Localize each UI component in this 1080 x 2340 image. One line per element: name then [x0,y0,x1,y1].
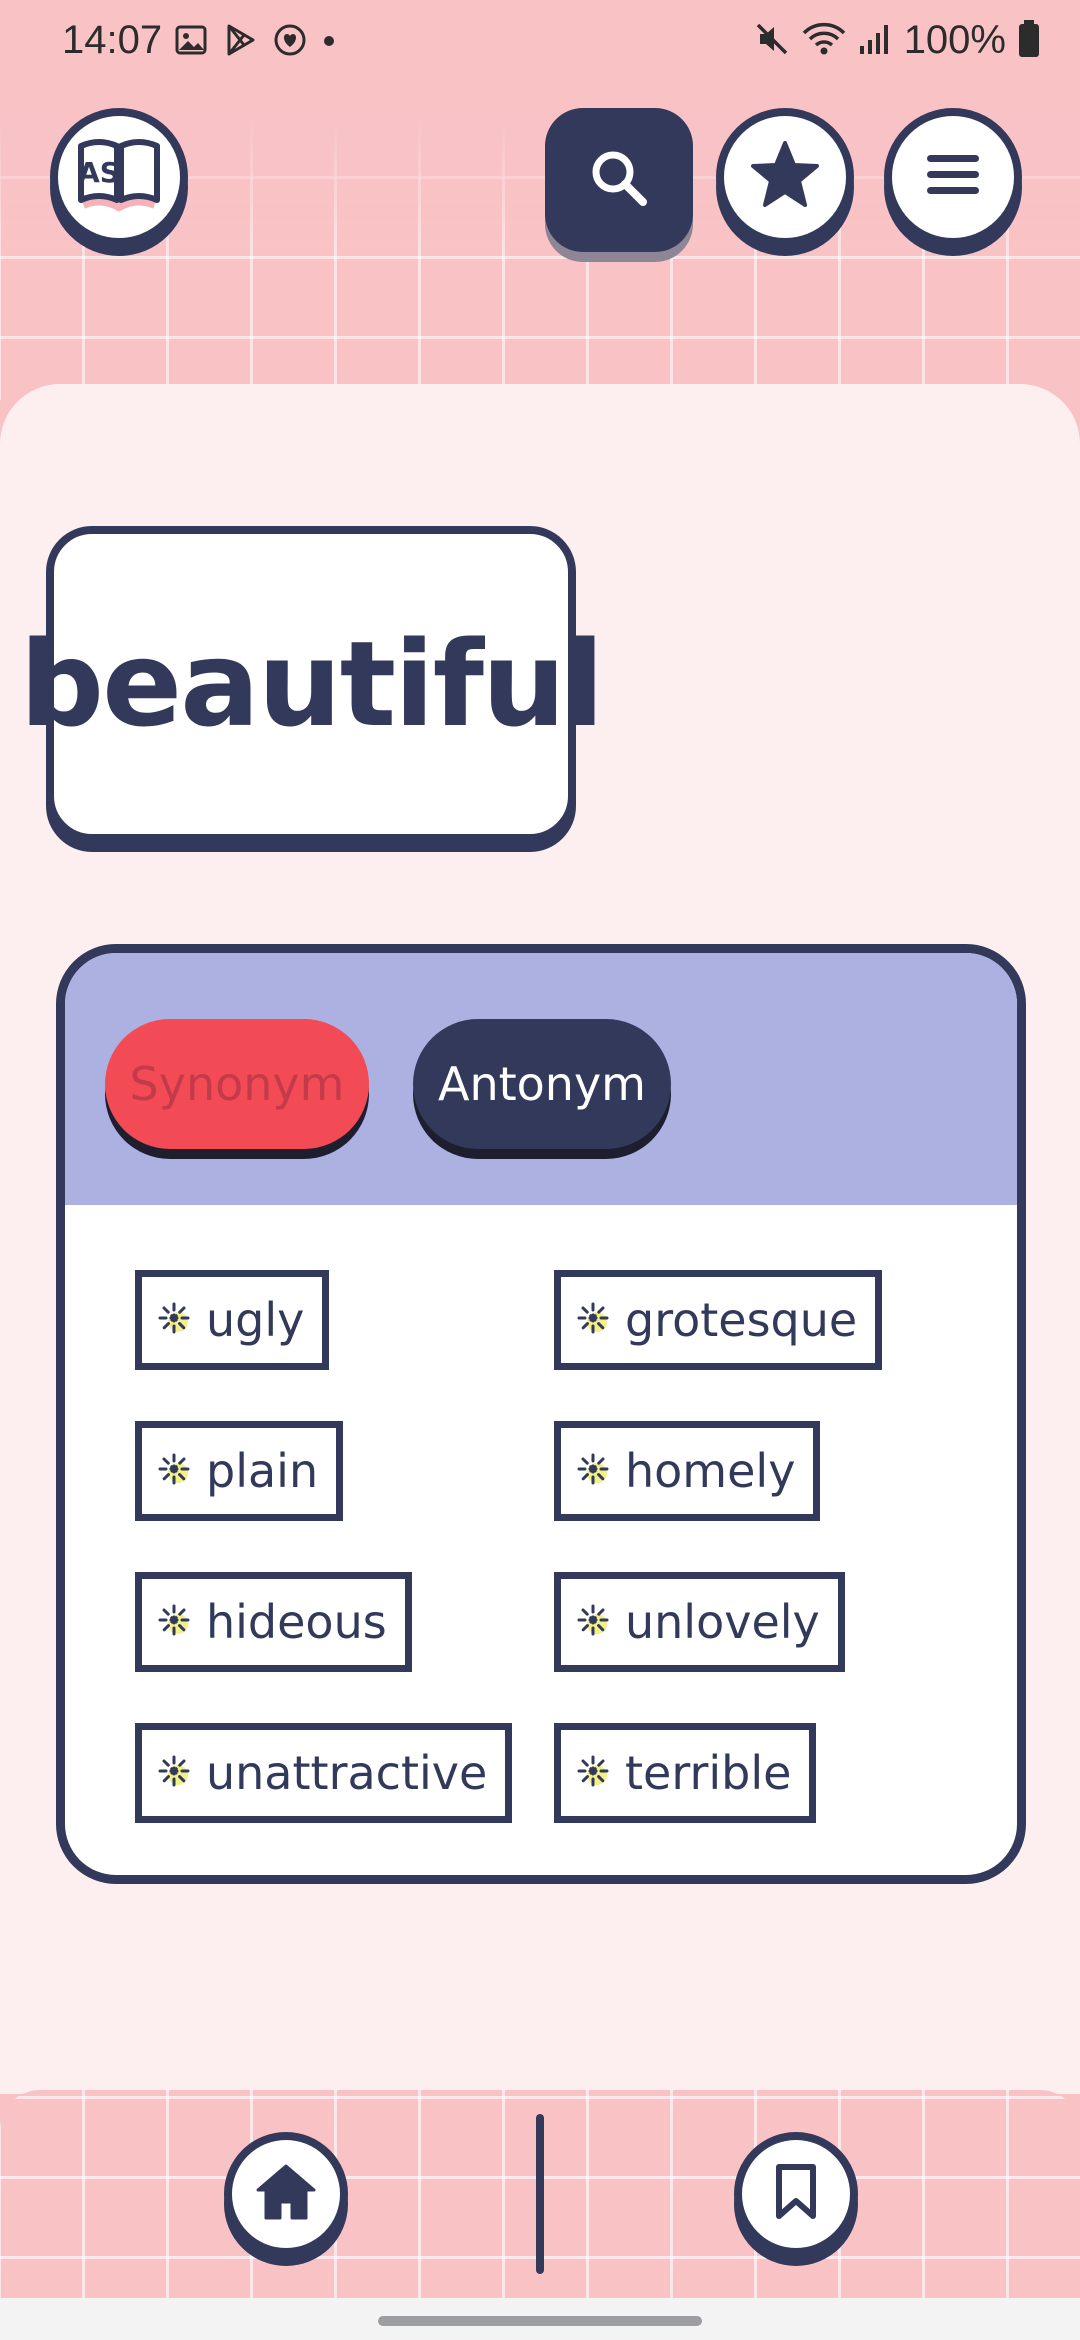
sparkle-icon [577,1453,609,1485]
home-gesture-bar[interactable] [378,2316,702,2326]
home-button[interactable] [224,2132,348,2256]
result-word: plain [206,1444,319,1498]
status-time: 14:07 [62,18,163,62]
result-chip[interactable]: plain [135,1421,344,1521]
star-icon [749,139,821,215]
gallery-icon [174,23,208,61]
signal-icon [858,22,892,60]
result-chip[interactable]: grotesque [554,1270,883,1370]
sparkle-icon [577,1302,609,1334]
search-word: beautiful [19,615,605,753]
sparkle-icon [577,1604,609,1636]
play-store-icon [222,22,258,62]
result-word: unattractive [206,1746,488,1800]
sparkle-icon [158,1604,190,1636]
svg-text:AS: AS [78,156,120,189]
sparkle-icon [158,1302,190,1334]
result-chip[interactable]: hideous [135,1572,412,1672]
result-chip[interactable]: homely [554,1421,821,1521]
wifi-icon [802,21,846,61]
battery-percent: 100% [903,18,1006,62]
result-chip[interactable]: terrible [554,1723,817,1823]
result-word: hideous [206,1595,387,1649]
hamburger-menu-icon [925,151,981,203]
favorites-button[interactable] [716,108,854,246]
tab-synonym[interactable]: Synonym [105,1019,369,1149]
system-icons: 100% [754,18,1040,63]
search-icon [587,146,651,214]
word-card: beautiful [20,526,604,842]
sparkle-icon [158,1755,190,1787]
tab-antonym[interactable]: Antonym [413,1019,671,1149]
home-icon [254,2162,318,2226]
bookmark-icon [774,2163,818,2225]
menu-button[interactable] [884,108,1022,246]
dot-icon [322,33,336,52]
nav-divider [536,2114,544,2274]
search-button[interactable] [545,108,693,252]
result-word: homely [625,1444,796,1498]
result-word: ugly [206,1293,305,1347]
health-icon [272,22,308,62]
result-chip[interactable]: ugly [135,1270,330,1370]
result-word: unlovely [625,1595,820,1649]
battery-icon [1018,19,1040,62]
mute-icon [754,21,790,61]
result-chip[interactable]: unattractive [135,1723,513,1823]
bookmark-button[interactable] [734,2132,858,2256]
notification-icons [174,22,336,62]
result-word: terrible [625,1746,792,1800]
result-word: grotesque [625,1293,858,1347]
result-chip[interactable]: unlovely [554,1572,845,1672]
sparkle-icon [577,1755,609,1787]
status-bar: 14:07 100% [0,0,1080,86]
app-logo-button[interactable]: AS [50,108,188,246]
sparkle-icon [158,1453,190,1485]
results-card: Synonym Antonym ugly grotesque plain hom… [56,944,1026,1884]
book-as-icon: AS [73,134,165,220]
